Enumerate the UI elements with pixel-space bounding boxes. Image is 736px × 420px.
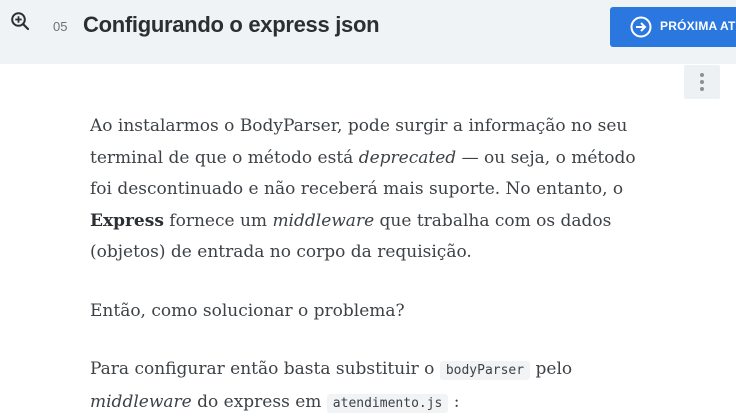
- text-segment: fornece um: [163, 210, 273, 231]
- lesson-title: Configurando o express json: [83, 12, 380, 37]
- paragraph-question: Então, como solucionar o problema?: [90, 300, 405, 321]
- paragraph-solution: Para configurar então basta substituir o…: [90, 354, 660, 419]
- next-activity-button[interactable]: PRÓXIMA ATIVIDADE: [610, 7, 736, 47]
- text-segment: do express em: [191, 391, 327, 412]
- text-segment: pelo: [530, 359, 573, 379]
- more-options-button[interactable]: [684, 65, 720, 99]
- strong-express: Express: [90, 210, 164, 231]
- code-atendimento-js: atendimento.js: [326, 393, 449, 413]
- paragraph-deprecation-notice: Ao instalarmos o BodyParser, pode surgir…: [90, 111, 660, 269]
- lesson-number: 05: [53, 19, 68, 34]
- more-vertical-icon: [700, 73, 704, 91]
- text-segment: :: [448, 391, 460, 412]
- article-body: Ao instalarmos o BodyParser, pode surgir…: [90, 111, 660, 419]
- top-bar: 05 Configurando o express json PRÓXIMA A…: [0, 0, 736, 64]
- emphasis-deprecated: deprecated: [358, 147, 457, 168]
- emphasis-middleware: middleware: [90, 391, 192, 412]
- next-activity-label: PRÓXIMA ATIVIDADE: [660, 19, 736, 33]
- zoom-in-icon[interactable]: [10, 11, 30, 31]
- arrow-right-circle-icon: [630, 16, 652, 38]
- emphasis-middleware: middleware: [272, 210, 375, 231]
- text-segment: Para configurar então basta substituir o: [90, 359, 440, 379]
- code-bodyparser: bodyParser: [439, 361, 531, 380]
